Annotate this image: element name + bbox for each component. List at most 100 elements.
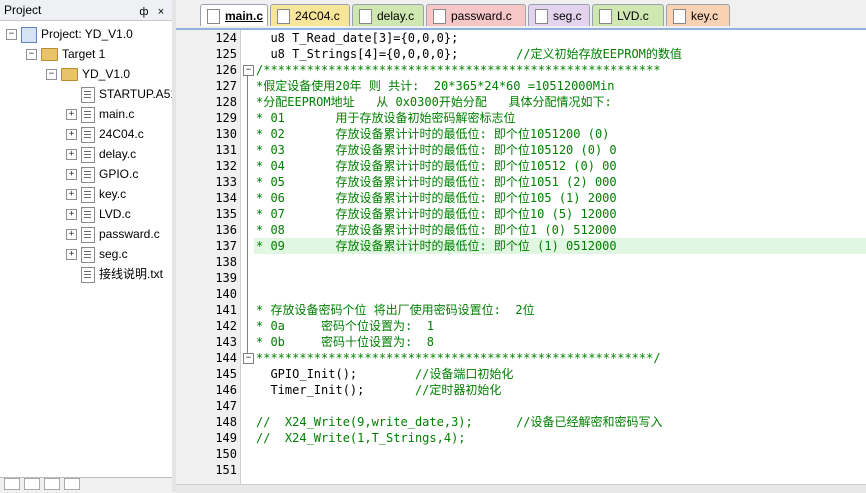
- tree-file-item[interactable]: + LVD.c: [66, 204, 131, 224]
- code-line[interactable]: 133 * 05 存放设备累计计时的最低位: 即个位1051 (2) 000: [176, 174, 866, 190]
- code-line[interactable]: 140: [176, 286, 866, 302]
- expand-icon[interactable]: +: [66, 209, 77, 221]
- tree-group[interactable]: − YD_V1.0: [46, 64, 130, 84]
- tab-label: main.c: [225, 9, 264, 23]
- code-comment: *分配EEPROM地址 从 0x0300开始分配 具体分配情况如下:: [256, 95, 612, 109]
- code-comment: * 存放设备密码个位 将出厂使用密码设置位: 2位: [256, 303, 535, 317]
- tab-24C04-c[interactable]: 24C04.c: [270, 4, 350, 26]
- tab-delay-c[interactable]: delay.c: [352, 4, 424, 26]
- tree-file-item[interactable]: + main.c: [66, 104, 134, 124]
- file-icon: [81, 206, 95, 223]
- collapse-icon[interactable]: −: [26, 49, 37, 61]
- tree-label: 24C04.c: [99, 127, 144, 141]
- code-line[interactable]: 138: [176, 254, 866, 270]
- expand-icon[interactable]: +: [66, 249, 77, 261]
- code-comment: * 06 存放设备累计计时的最低位: 即个位105 (1) 2000: [256, 191, 617, 205]
- expand-icon[interactable]: +: [66, 149, 77, 161]
- code-text: * 03 存放设备累计计时的最低位: 即个位105120 (0) 0: [256, 142, 617, 158]
- code-line[interactable]: 126 /************************************…: [176, 62, 866, 78]
- code-text: * 01 用于存放设备初始密码解密标志位: [256, 110, 515, 126]
- code-line[interactable]: 143 * 0b 密码十位设置为: 8: [176, 334, 866, 350]
- expand-icon[interactable]: +: [66, 129, 77, 141]
- code-line[interactable]: 130 * 02 存放设备累计计时的最低位: 即个位1051200 (0): [176, 126, 866, 142]
- code-line[interactable]: 151: [176, 462, 866, 478]
- code-line[interactable]: 148 // X24_Write(9,write_date,3); //设备已经解…: [176, 414, 866, 430]
- code-line[interactable]: 131 * 03 存放设备累计计时的最低位: 即个位105120 (0) 0: [176, 142, 866, 158]
- tree-target[interactable]: − Target 1: [26, 44, 105, 64]
- code-token: u8 T_Strings[4]={0,0,0,0};: [256, 47, 517, 61]
- collapse-icon[interactable]: −: [6, 29, 17, 41]
- line-number: 147: [215, 399, 237, 413]
- tree-file-item[interactable]: + seg.c: [66, 244, 128, 264]
- fold-collapse-icon[interactable]: −: [243, 65, 254, 76]
- code-text: * 0a 密码个位设置为: 1: [256, 318, 434, 334]
- project-icon: [21, 26, 37, 43]
- templates-tab-icon[interactable]: [64, 478, 80, 490]
- code-comment: * 03 存放设备累计计时的最低位: 即个位105120 (0) 0: [256, 143, 617, 157]
- tree-file-item[interactable]: + passward.c: [66, 224, 160, 244]
- project-tab-icon[interactable]: [4, 478, 20, 490]
- code-line[interactable]: 144 *************************************…: [176, 350, 866, 366]
- code-line[interactable]: 134 * 06 存放设备累计计时的最低位: 即个位105 (1) 2000: [176, 190, 866, 206]
- tree-label: YD_V1.0: [82, 67, 131, 81]
- code-comment: * 08 存放设备累计计时的最低位: 即个位1 (0) 512000: [256, 223, 617, 237]
- code-line[interactable]: 146 Timer_Init(); //定时器初始化: [176, 382, 866, 398]
- tree-file-item[interactable]: + delay.c: [66, 144, 136, 164]
- tab-passward-c[interactable]: passward.c: [426, 4, 526, 26]
- file-icon: [207, 9, 220, 24]
- expand-icon[interactable]: +: [66, 189, 77, 201]
- tree-file-item[interactable]: + GPIO.c: [66, 164, 138, 184]
- tab-key-c[interactable]: key.c: [666, 4, 730, 26]
- code-line[interactable]: 127 *假定设备使用20年 则 共计: 20*365*24*60 =105120…: [176, 78, 866, 94]
- code-text: // X24_Write(9,write_date,3); //设备已经解密和密…: [256, 414, 663, 430]
- code-line[interactable]: 145 GPIO_Init(); //设备端口初始化: [176, 366, 866, 382]
- code-line[interactable]: 147: [176, 398, 866, 414]
- tab-main-c[interactable]: main.c: [200, 4, 268, 26]
- tree-file-item[interactable]: + key.c: [66, 184, 126, 204]
- line-number: 140: [215, 287, 237, 301]
- code-text: u8 T_Read_date[3]={0,0,0};: [256, 30, 458, 46]
- code-line[interactable]: 150: [176, 446, 866, 462]
- line-number: 133: [215, 175, 237, 189]
- code-line[interactable]: 141 * 存放设备密码个位 将出厂使用密码设置位: 2位: [176, 302, 866, 318]
- code-line[interactable]: 136 * 08 存放设备累计计时的最低位: 即个位1 (0) 512000: [176, 222, 866, 238]
- functions-tab-icon[interactable]: [44, 478, 60, 490]
- code-line[interactable]: 149 // X24_Write(1,T_Strings,4);: [176, 430, 866, 446]
- tree-project-root[interactable]: − Project: YD_V1.0: [6, 24, 133, 44]
- code-line[interactable]: 125 u8 T_Strings[4]={0,0,0,0}; //定义初始存放E…: [176, 46, 866, 62]
- close-button[interactable]: ×: [154, 2, 168, 22]
- code-line[interactable]: 128 *分配EEPROM地址 从 0x0300开始分配 具体分配情况如下:: [176, 94, 866, 110]
- line-number: 141: [215, 303, 237, 317]
- collapse-icon[interactable]: −: [46, 69, 57, 81]
- tab-seg-c[interactable]: seg.c: [528, 4, 590, 26]
- tree-file-item[interactable]: STARTUP.A51: [66, 84, 177, 104]
- code-comment: * 01 用于存放设备初始密码解密标志位: [256, 111, 516, 125]
- fold-end-icon[interactable]: −: [243, 353, 254, 364]
- line-number: 148: [215, 415, 237, 429]
- expand-icon[interactable]: +: [66, 229, 77, 241]
- tab-label: 24C04.c: [295, 9, 340, 23]
- tab-LVD-c[interactable]: LVD.c: [592, 4, 664, 26]
- code-text: * 存放设备密码个位 将出厂使用密码设置位: 2位: [256, 302, 535, 318]
- code-editor[interactable]: 124 u8 T_Read_date[3]={0,0,0}; 125 u8 T_S…: [176, 30, 866, 484]
- line-number: 143: [215, 335, 237, 349]
- tree-file-item[interactable]: +24C04.c: [66, 124, 144, 144]
- code-comment: ****************************************…: [256, 351, 661, 365]
- code-line[interactable]: 129 * 01 用于存放设备初始密码解密标志位: [176, 110, 866, 126]
- code-line[interactable]: 124 u8 T_Read_date[3]={0,0,0};: [176, 30, 866, 46]
- books-tab-icon[interactable]: [24, 478, 40, 490]
- code-line[interactable]: 132 * 04 存放设备累计计时的最低位: 即个位10512 (0) 00: [176, 158, 866, 174]
- tree-label: Project: YD_V1.0: [41, 27, 133, 41]
- code-line[interactable]: 142 * 0a 密码个位设置为: 1: [176, 318, 866, 334]
- tree-file-item[interactable]: 接线说明.txt: [66, 264, 163, 284]
- expand-icon[interactable]: +: [66, 109, 77, 121]
- code-text: *假定设备使用20年 则 共计: 20*365*24*60 =10512000M…: [256, 78, 614, 94]
- code-line[interactable]: 139: [176, 270, 866, 286]
- code-line[interactable]: 137 * 09 存放设备累计计时的最低位: 即个位 (1) 0512000: [176, 238, 866, 254]
- tree-label: seg.c: [99, 247, 128, 261]
- code-line[interactable]: 135 * 07 存放设备累计计时的最低位: 即个位10 (5) 12000: [176, 206, 866, 222]
- expand-icon[interactable]: +: [66, 169, 77, 181]
- pin-button[interactable]: ф: [137, 2, 151, 22]
- code-comment: *假定设备使用20年 则 共计: 20*365*24*60 =10512000M…: [256, 79, 615, 93]
- code-token: Timer_Init();: [256, 383, 415, 397]
